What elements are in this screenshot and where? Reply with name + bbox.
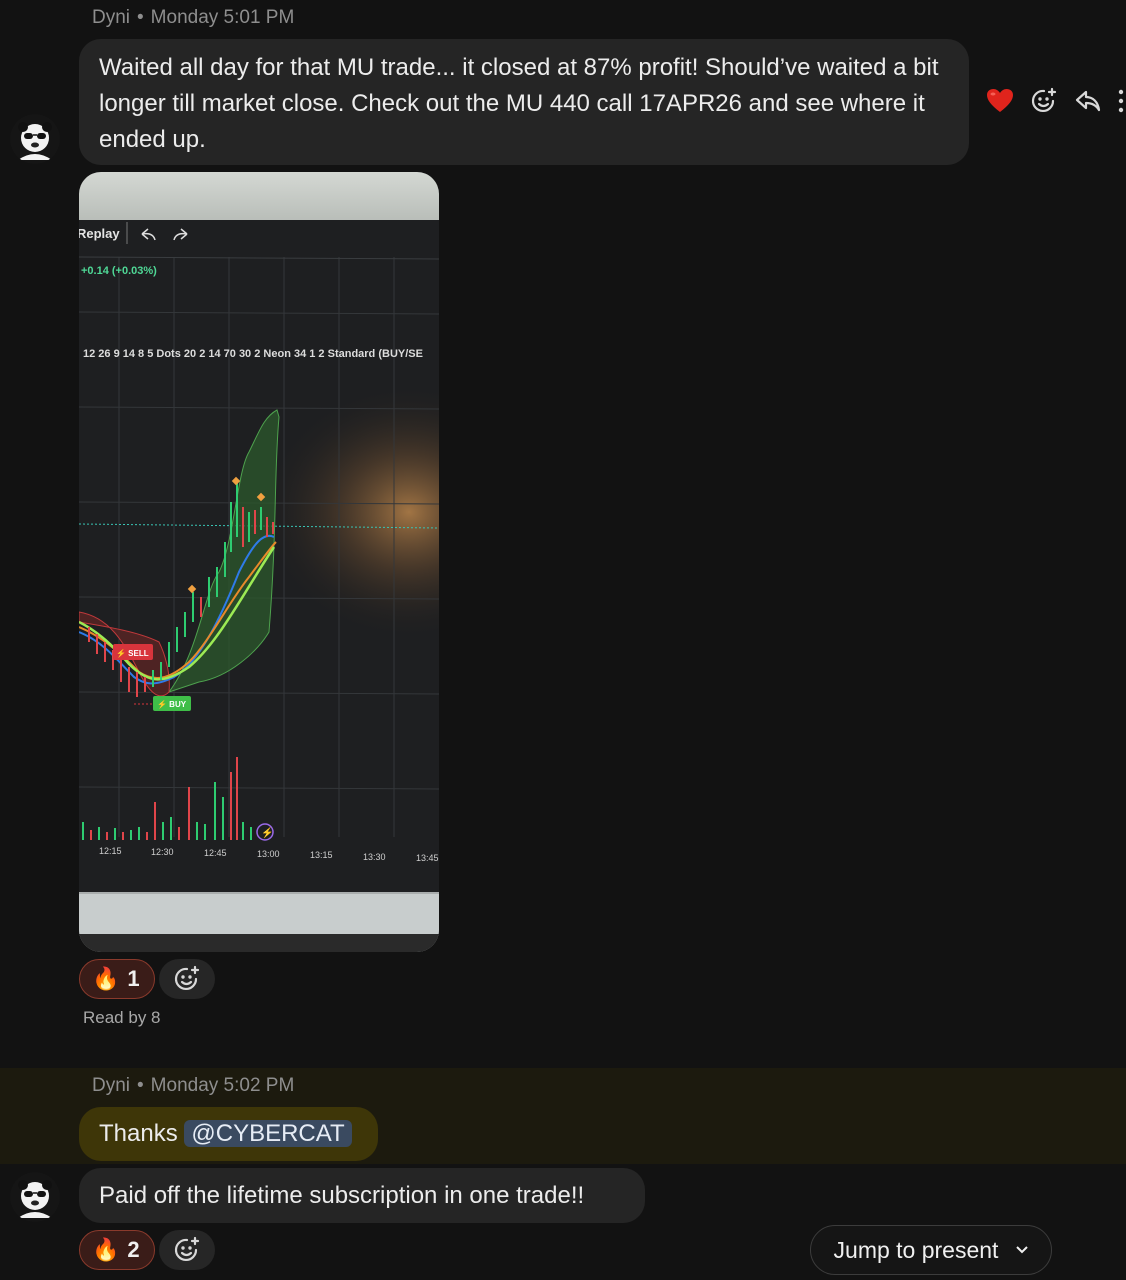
add-reaction-button[interactable] — [159, 1230, 215, 1270]
panda-avatar-icon — [10, 1172, 60, 1222]
time-label: 13:30 — [363, 852, 386, 862]
add-reaction-icon — [174, 965, 200, 991]
message-meta: Dyni • Monday 5:01 PM — [92, 7, 294, 29]
author-name[interactable]: Dyni — [92, 7, 130, 28]
separator-dot: • — [137, 7, 144, 28]
user-mention[interactable]: @CYBERCAT — [184, 1120, 352, 1147]
author-name[interactable]: Dyni — [92, 1075, 130, 1096]
reaction-fire[interactable]: 🔥 2 — [79, 1230, 155, 1270]
timestamp: Monday 5:01 PM — [150, 7, 295, 28]
reaction-count: 1 — [127, 966, 140, 991]
separator-dot: • — [137, 1075, 144, 1096]
fire-icon: 🔥 — [92, 966, 120, 991]
message-text: Thanks — [99, 1120, 178, 1147]
message-bubble[interactable]: Paid off the lifetime subscription in on… — [79, 1168, 645, 1223]
add-reaction-icon[interactable] — [1029, 86, 1059, 116]
chart-toolbar-label: Replay — [79, 226, 120, 241]
heart-icon[interactable] — [985, 86, 1015, 116]
reaction-fire[interactable]: 🔥 1 — [79, 959, 155, 999]
reply-icon[interactable] — [1073, 86, 1103, 116]
time-label: 13:15 — [310, 850, 333, 860]
more-icon[interactable] — [1117, 86, 1126, 116]
timestamp: Monday 5:02 PM — [150, 1075, 295, 1096]
attached-image[interactable]: Replay +0.14 (+0.03%) 12 26 9 14 8 5 Dot… — [79, 172, 439, 952]
time-label: 13:45 — [416, 853, 439, 863]
reaction-count: 2 — [127, 1237, 140, 1262]
avatar[interactable] — [10, 114, 60, 164]
time-label: 12:45 — [204, 848, 227, 858]
message-meta: Dyni • Monday 5:02 PM — [92, 1075, 294, 1097]
message-actions — [985, 86, 1126, 116]
message-bubble[interactable]: Waited all day for that MU trade... it c… — [79, 39, 969, 165]
fire-icon: 🔥 — [92, 1237, 120, 1262]
time-label: 12:30 — [151, 847, 174, 857]
svg-text:⚡: ⚡ — [261, 826, 273, 839]
message-bubble[interactable]: Thanks @CYBERCAT — [79, 1107, 378, 1161]
price-change: +0.14 (+0.03%) — [81, 265, 157, 277]
indicator-settings: 12 26 9 14 8 5 Dots 20 2 14 70 30 2 Neon… — [83, 348, 423, 360]
chevron-down-icon — [1016, 1246, 1029, 1254]
message-text: Waited all day for that MU trade... it c… — [99, 54, 939, 153]
buy-signal-label: ⚡ BUY — [157, 699, 187, 709]
add-reaction-button[interactable] — [159, 959, 215, 999]
avatar[interactable] — [10, 1172, 60, 1222]
time-label: 12:15 — [99, 846, 122, 856]
jump-to-present-button[interactable]: Jump to present — [810, 1225, 1052, 1275]
message-text: Paid off the lifetime subscription in on… — [99, 1182, 585, 1209]
jump-label: Jump to present — [833, 1236, 999, 1263]
read-receipt[interactable]: Read by 8 — [83, 1008, 161, 1028]
sell-signal-label: ⚡ SELL — [116, 648, 149, 658]
time-label: 13:00 — [257, 849, 280, 859]
panda-avatar-icon — [10, 114, 60, 164]
add-reaction-icon — [174, 1236, 200, 1262]
